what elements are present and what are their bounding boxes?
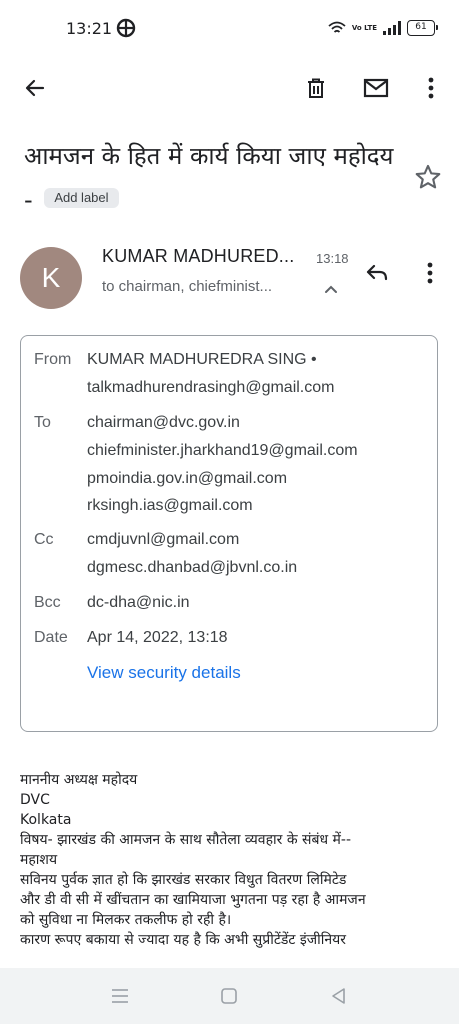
view-security-details-link[interactable]: View security details (87, 659, 241, 687)
more-vert-icon (428, 77, 434, 99)
body-line: DVC (20, 792, 50, 808)
status-time: 13:21 (66, 19, 113, 38)
email-subject: आमजन के हित में कार्य किया जाए महोदय - A… (24, 134, 394, 222)
battery-icon: 61 (407, 20, 438, 36)
reply-button[interactable] (360, 256, 394, 290)
toolbar (0, 62, 459, 114)
bcc-recipient[interactable]: dc-dha@nic.in (87, 589, 190, 617)
system-nav-bar (0, 968, 459, 1024)
more-vert-icon (427, 262, 433, 284)
sent-time: 13:18 (316, 251, 349, 266)
message-more-button[interactable] (416, 256, 444, 290)
more-options-button[interactable] (413, 70, 449, 106)
body-line: और डी वी सी में खींचतान का खामियाजा भुगत… (20, 892, 366, 908)
signal-icon (383, 21, 401, 35)
to-recipient[interactable]: chairman@dvc.gov.in (87, 409, 240, 437)
volte-indicator: Vo LTE (351, 24, 377, 32)
status-indicators: Vo LTE 61 (328, 18, 438, 38)
reply-icon (366, 264, 388, 281)
cc-recipient[interactable]: dgmesc.dhanbad@jbvnl.co.in (87, 554, 297, 582)
trash-icon (308, 78, 324, 98)
arrow-left-icon (25, 79, 45, 97)
message-details-card: From KUMAR MADHUREDRA SING • talkmadhure… (20, 335, 438, 732)
email-body: माननीय अध्यक्ष महोदय DVC Kolkata विषय- झ… (20, 770, 450, 950)
sender-avatar[interactable]: K (20, 247, 82, 309)
bcc-label: Bcc (34, 594, 61, 611)
recipients-summary[interactable]: to chairman, chiefminist... (102, 278, 272, 295)
body-line: सविनय पुर्वक ज्ञात हो कि झारखंड सरकार वि… (20, 872, 347, 888)
home-button[interactable] (215, 982, 243, 1010)
from-name: KUMAR MADHUREDRA SING • (87, 351, 317, 368)
app-notification-icon (116, 18, 136, 38)
from-email[interactable]: talkmadhurendrasingh@gmail.com (87, 374, 334, 402)
body-line: को सुविधा ना मिलकर तकलीफ हो रही है। (20, 912, 232, 928)
square-home-icon (221, 988, 237, 1004)
cc-label: Cc (34, 531, 54, 548)
to-recipient[interactable]: rksingh.ias@gmail.com (87, 492, 253, 520)
date-value: Apr 14, 2022, 13:18 (87, 629, 228, 646)
from-label: From (34, 351, 72, 368)
to-recipient[interactable]: chiefminister.jharkhand19@gmail.com (87, 437, 358, 465)
body-line: महाशय (20, 852, 58, 868)
to-recipient[interactable]: pmoindia.gov.in@gmail.com (87, 465, 287, 493)
status-bar: 13:21 Vo LTE 61 (0, 0, 459, 56)
recents-button[interactable] (106, 982, 134, 1010)
menu-lines-icon (112, 989, 128, 1003)
to-label: To (34, 414, 51, 431)
mark-unread-button[interactable] (358, 70, 394, 106)
wifi-icon (328, 21, 346, 33)
body-line: विषय- झारखंड की आमजन के साथ सौतेला व्यवह… (20, 832, 352, 848)
body-line: माननीय अध्यक्ष महोदय (20, 772, 138, 788)
body-line: कारण रूपए बकाया से ज्यादा यह है कि अभी स… (20, 932, 347, 948)
nav-back-button[interactable] (325, 982, 353, 1010)
cc-recipient[interactable]: cmdjuvnl@gmail.com (87, 526, 239, 554)
triangle-back-icon (332, 988, 345, 1004)
add-label-chip[interactable]: Add label (44, 188, 119, 208)
star-icon[interactable] (414, 163, 442, 191)
sender-name: KUMAR MADHURED... (102, 246, 295, 266)
date-label: Date (34, 629, 68, 646)
envelope-icon (363, 78, 389, 98)
delete-button[interactable] (298, 70, 334, 106)
body-line: Kolkata (20, 812, 72, 828)
chevron-up-icon[interactable] (322, 280, 340, 298)
back-button[interactable] (17, 70, 53, 106)
